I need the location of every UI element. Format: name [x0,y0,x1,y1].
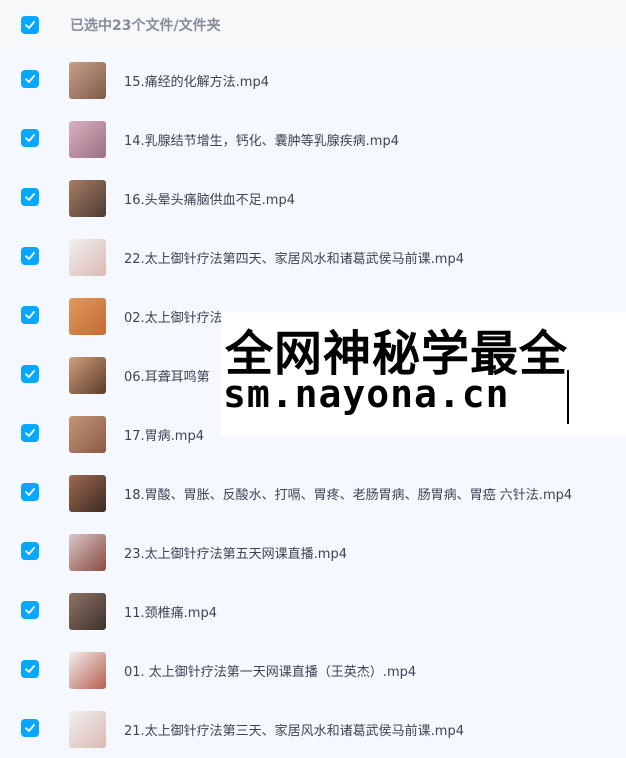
file-name[interactable]: 23.太上御针疗法第五天网课直播.mp4 [124,543,347,562]
video-thumbnail [69,298,106,335]
check-icon [25,665,35,673]
file-name[interactable]: 11.颈椎痛.mp4 [124,602,217,621]
file-name[interactable]: 06.耳聋耳鸣第 [124,366,210,385]
video-thumbnail [69,180,106,217]
file-checkbox[interactable] [21,129,39,147]
check-icon [25,252,35,260]
selection-header: 已选中23个文件/文件夹 [0,0,626,50]
file-name[interactable]: 16.头晕头痛脑供血不足.mp4 [124,189,295,208]
file-checkbox[interactable] [21,365,39,383]
file-row[interactable]: 11.颈椎痛.mp4 [0,581,626,640]
video-thumbnail [69,416,106,453]
file-row[interactable]: 22.太上御针疗法第四天、家居风水和诸葛武侯马前课.mp4 [0,227,626,286]
video-thumbnail [69,62,106,99]
video-thumbnail [69,475,106,512]
check-icon [25,488,35,496]
selection-count-label: 已选中23个文件/文件夹 [70,18,221,34]
file-name[interactable]: 01. 太上御针疗法第一天网课直播（王英杰）.mp4 [124,661,416,680]
file-name[interactable]: 21.太上御针疗法第三天、家居风水和诸葛武侯马前课.mp4 [124,720,464,739]
text-cursor [567,370,569,424]
file-checkbox[interactable] [21,306,39,324]
check-icon [25,429,35,437]
file-name[interactable]: 18.胃酸、胃胀、反酸水、打嗝、胃疼、老肠胃病、肠胃病、胃癌 六针法.mp4 [124,484,572,503]
video-thumbnail [69,652,106,689]
video-thumbnail [69,534,106,571]
check-icon [25,311,35,319]
check-icon [25,547,35,555]
file-name[interactable]: 14.乳腺结节增生，钙化、囊肿等乳腺疾病.mp4 [124,130,399,149]
file-checkbox[interactable] [21,601,39,619]
check-icon [25,370,35,378]
video-thumbnail [69,593,106,630]
check-icon [25,21,35,29]
watermark-overlay: 全网神秘学最全 sm.nayona.cn [221,312,626,436]
file-row[interactable]: 14.乳腺结节增生，钙化、囊肿等乳腺疾病.mp4 [0,109,626,168]
video-thumbnail [69,121,106,158]
video-thumbnail [69,711,106,748]
file-name[interactable]: 15.痛经的化解方法.mp4 [124,71,269,90]
video-thumbnail [69,239,106,276]
file-row[interactable]: 21.太上御针疗法第三天、家居风水和诸葛武侯马前课.mp4 [0,699,626,758]
video-thumbnail [69,357,106,394]
file-checkbox[interactable] [21,188,39,206]
file-checkbox[interactable] [21,660,39,678]
file-checkbox[interactable] [21,247,39,265]
file-checkbox[interactable] [21,542,39,560]
check-icon [25,606,35,614]
file-checkbox[interactable] [21,483,39,501]
watermark-url: sm.nayona.cn [223,372,510,416]
file-checkbox[interactable] [21,70,39,88]
check-icon [25,75,35,83]
check-icon [25,724,35,732]
check-icon [25,134,35,142]
file-row[interactable]: 16.头晕头痛脑供血不足.mp4 [0,168,626,227]
file-row[interactable]: 23.太上御针疗法第五天网课直播.mp4 [0,522,626,581]
file-checkbox[interactable] [21,719,39,737]
file-name[interactable]: 22.太上御针疗法第四天、家居风水和诸葛武侯马前课.mp4 [124,248,464,267]
file-row[interactable]: 18.胃酸、胃胀、反酸水、打嗝、胃疼、老肠胃病、肠胃病、胃癌 六针法.mp4 [0,463,626,522]
file-name[interactable]: 17.胃病.mp4 [124,425,204,444]
file-row[interactable]: 15.痛经的化解方法.mp4 [0,50,626,109]
file-checkbox[interactable] [21,424,39,442]
select-all-checkbox[interactable] [21,16,39,34]
check-icon [25,193,35,201]
file-row[interactable]: 01. 太上御针疗法第一天网课直播（王英杰）.mp4 [0,640,626,699]
file-name[interactable]: 02.太上御针疗法 [124,307,223,326]
